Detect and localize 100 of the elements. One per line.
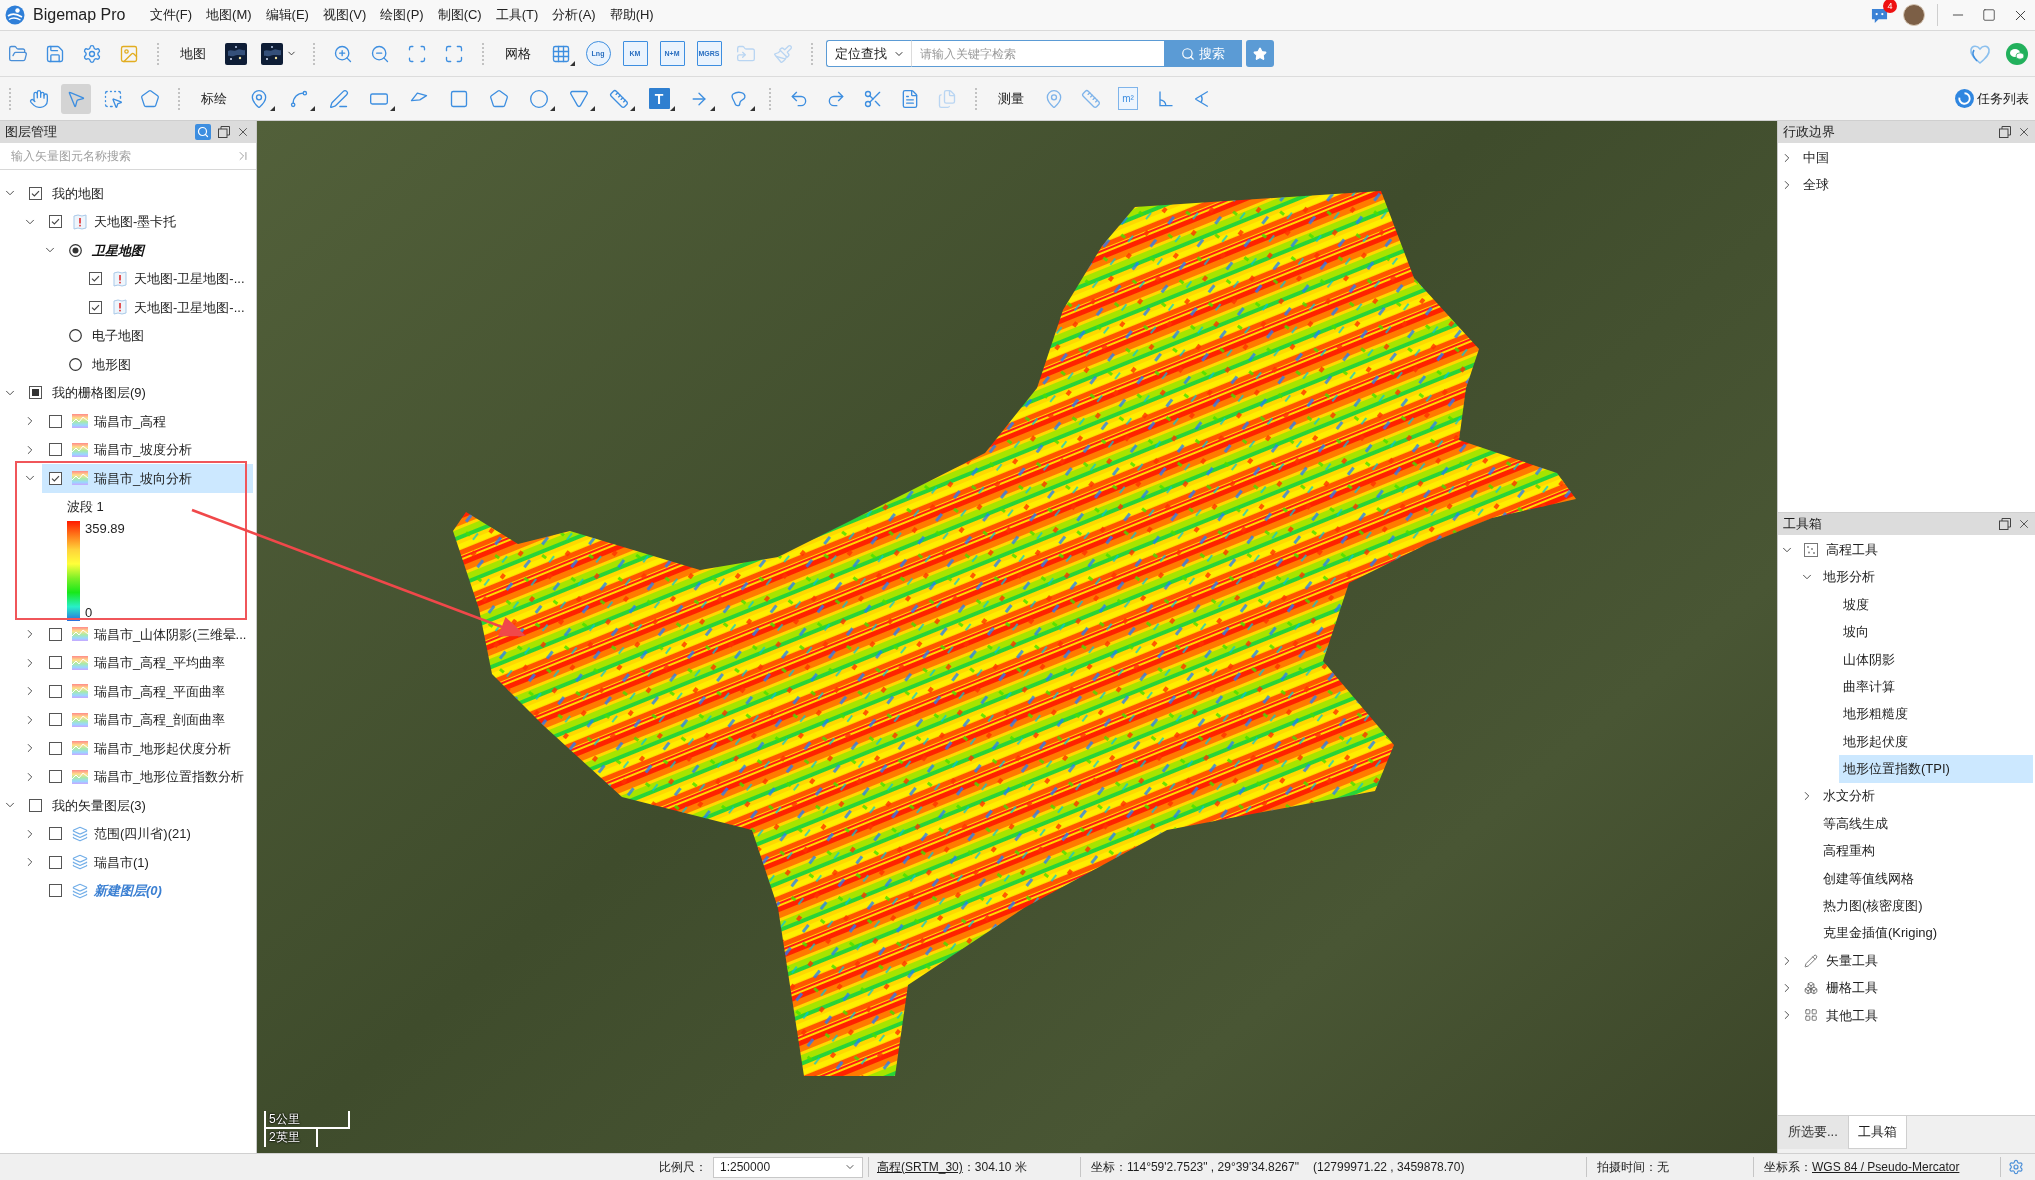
close-icon[interactable] <box>2017 517 2031 531</box>
locate-mode-dropdown[interactable]: 定位查找 <box>826 40 911 67</box>
elevation-source-link[interactable]: 高程(SRTM_30) <box>877 1158 963 1176</box>
checkbox[interactable] <box>89 300 102 314</box>
heart-icon[interactable] <box>1968 42 1992 65</box>
layer-item[interactable]: 范围(四川省)(21) <box>42 819 253 848</box>
checkbox[interactable] <box>49 443 62 457</box>
raster-gradient-icon <box>72 627 88 642</box>
panel-tab[interactable]: 工具箱 <box>1847 1116 1907 1149</box>
tool-item[interactable]: 地形位置指数(TPI) <box>1839 755 2033 783</box>
tool-item[interactable]: 坡向 <box>1839 618 2033 646</box>
layer-item[interactable]: 卫星地图 <box>62 236 253 265</box>
checkbox[interactable] <box>49 656 62 670</box>
layer-item[interactable]: 新建图层(0) <box>42 876 253 905</box>
menu-item[interactable]: 工具(T) <box>495 3 539 27</box>
layer-item[interactable]: 天地图-卫星地图-... <box>82 264 253 293</box>
layer-item[interactable]: 瑞昌市(1) <box>42 848 253 877</box>
menu-item[interactable]: 绘图(P) <box>380 3 424 27</box>
layer-item[interactable]: 地形图 <box>62 350 253 379</box>
restore-icon[interactable] <box>1999 518 2011 530</box>
search-field[interactable]: 请输入关键字检索 <box>911 40 1164 67</box>
layer-item[interactable]: 天地图-卫星地图-... <box>82 293 253 322</box>
tool-item[interactable]: 克里金插值(Kriging) <box>1819 919 2033 947</box>
chat-icon[interactable] <box>2006 42 2028 65</box>
layer-item[interactable]: 瑞昌市_山体阴影(三维晕... <box>42 620 253 649</box>
layer-item[interactable]: 瑞昌市_高程_平面曲率 <box>42 677 253 706</box>
checkbox[interactable] <box>49 215 62 229</box>
menu-item[interactable]: 地图(M) <box>206 3 252 27</box>
user-avatar[interactable] <box>1903 4 1925 26</box>
tool-item[interactable]: 栅格工具 <box>1822 974 2033 1002</box>
tool-item[interactable]: 地形粗糙度 <box>1839 700 2033 728</box>
region-item[interactable]: 中国 <box>1799 144 2033 172</box>
menu-item[interactable]: 文件(F) <box>149 3 193 27</box>
tool-item[interactable]: 山体阴影 <box>1839 645 2033 673</box>
maximize-icon[interactable] <box>1982 8 1996 22</box>
satellite-map-placeholder[interactable]: 5公里 2英里 <box>257 121 1777 1153</box>
tool-item[interactable]: 矢量工具 <box>1822 946 2033 975</box>
tool-item[interactable]: 曲率计算 <box>1839 672 2033 701</box>
layer-item[interactable]: 电子地图 <box>62 321 253 350</box>
tool-item[interactable]: 地形起伏度 <box>1839 727 2033 756</box>
checkbox[interactable] <box>49 627 62 641</box>
close-icon[interactable] <box>236 125 250 139</box>
tool-item[interactable]: 热力图(核密度图) <box>1819 892 2033 920</box>
checkbox[interactable] <box>49 827 62 841</box>
scale-bar-label: 2英里 <box>264 1129 318 1147</box>
layer-item[interactable]: 瑞昌市_地形位置指数分析 <box>42 762 253 791</box>
layer-item[interactable]: 我的矢量图层(3) <box>22 791 253 820</box>
favorite-button[interactable] <box>1246 40 1274 67</box>
checkbox[interactable] <box>49 471 62 485</box>
radio-button[interactable] <box>69 357 82 371</box>
layer-item[interactable]: 我的地图 <box>22 179 253 208</box>
ruler-icon <box>1081 88 1101 109</box>
checkbox[interactable] <box>49 770 62 784</box>
restore-icon[interactable] <box>218 126 230 138</box>
checkbox[interactable] <box>29 186 42 200</box>
layer-item[interactable]: 天地图-墨卡托 <box>42 207 253 236</box>
layer-name: 天地图-卫星地图-... <box>134 270 245 288</box>
region-item[interactable]: 全球 <box>1799 171 2033 199</box>
tool-item[interactable]: 等高线生成 <box>1819 809 2033 838</box>
checkbox[interactable] <box>49 884 62 898</box>
select-tool-button[interactable] <box>61 83 91 114</box>
menu-item[interactable]: 帮助(H) <box>609 3 654 27</box>
menu-item[interactable]: 编辑(E) <box>265 3 309 27</box>
crs-link[interactable]: WGS 84 / Pseudo-Mercator <box>1812 1158 1960 1176</box>
tool-item[interactable]: 高程工具 <box>1822 536 2033 564</box>
layer-item[interactable]: 瑞昌市_地形起伏度分析 <box>42 734 253 763</box>
checkbox[interactable] <box>49 414 62 428</box>
scale-dropdown[interactable]: 1:250000 <box>713 1156 863 1178</box>
tool-item[interactable]: 地形分析 <box>1819 563 2033 591</box>
checkbox[interactable] <box>29 798 42 812</box>
checkbox[interactable] <box>49 741 62 755</box>
checkbox[interactable] <box>49 684 62 698</box>
search-icon[interactable] <box>195 124 211 140</box>
task-list-button[interactable]: 任务列表 <box>1955 84 2029 113</box>
checkbox[interactable] <box>29 386 42 400</box>
layer-item[interactable]: 瑞昌市_坡向分析 <box>42 464 253 493</box>
layer-item[interactable]: 瑞昌市_高程 <box>42 407 253 436</box>
layer-item[interactable]: 瑞昌市_高程_剖面曲率 <box>42 705 253 734</box>
toolbar-group-label: 测量 <box>998 89 1024 108</box>
menu-item[interactable]: 视图(V) <box>322 3 367 27</box>
menu-item[interactable]: 分析(A) <box>552 3 596 27</box>
tool-item[interactable]: 创建等值线网格 <box>1819 864 2033 893</box>
text-tool-button[interactable]: T <box>648 88 670 109</box>
tool-item[interactable]: 水文分析 <box>1819 782 2033 810</box>
settings-icon[interactable] <box>2008 1159 2024 1175</box>
layer-item[interactable]: 我的栅格图层(9) <box>22 378 253 407</box>
checkbox[interactable] <box>49 713 62 727</box>
tool-item[interactable]: 高程重构 <box>1819 837 2033 865</box>
restore-icon[interactable] <box>1999 126 2011 138</box>
close-icon[interactable] <box>2017 125 2031 139</box>
tool-item[interactable]: 其他工具 <box>1822 1001 2033 1030</box>
radio-button[interactable] <box>69 329 82 343</box>
checkbox[interactable] <box>89 272 102 286</box>
panel-tab[interactable]: 所选要... <box>1778 1116 1848 1149</box>
checkbox[interactable] <box>49 855 62 869</box>
menu-item[interactable]: 制图(C) <box>437 3 482 27</box>
tool-item[interactable]: 坡度 <box>1839 590 2033 619</box>
radio-button[interactable] <box>69 243 82 257</box>
layer-item[interactable]: 瑞昌市_坡度分析 <box>42 435 253 464</box>
layer-item[interactable]: 瑞昌市_高程_平均曲率 <box>42 648 253 677</box>
